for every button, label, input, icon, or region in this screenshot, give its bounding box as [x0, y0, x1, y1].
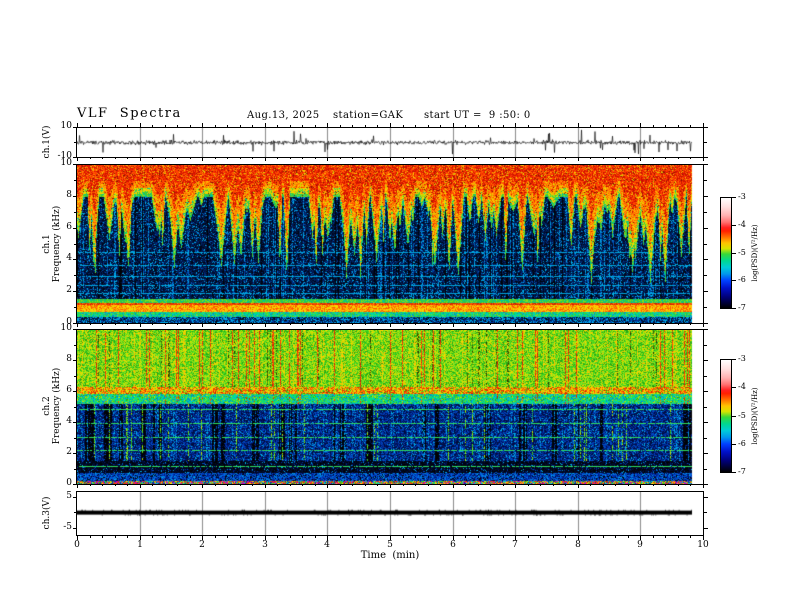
tick-mark — [704, 259, 708, 260]
tick-mark — [732, 253, 736, 254]
y-tick-label: 0 — [66, 317, 72, 327]
tick-mark — [732, 387, 736, 388]
ch1-spectrogram-panel — [76, 164, 704, 324]
colorbar-tick-label: -4 — [738, 382, 746, 391]
tick-mark — [704, 360, 708, 361]
colorbar-tick-label: -6 — [738, 439, 746, 448]
x-tick-label: 7 — [512, 540, 518, 550]
ch3-waveform-panel — [76, 491, 704, 536]
tick-mark — [704, 196, 708, 197]
tick-mark — [732, 225, 736, 226]
x-tick-label: 4 — [324, 540, 330, 550]
x-tick-label: 10 — [697, 540, 709, 550]
tick-mark — [704, 142, 707, 143]
station-label: station=GAK — [333, 110, 404, 121]
tick-mark — [732, 197, 736, 198]
tick-mark — [704, 422, 708, 423]
ch3-voltage-axis-label: ch.3(V) — [42, 496, 52, 530]
colorbar-tick-label: -3 — [738, 354, 746, 363]
tick-mark — [704, 323, 708, 324]
tick-mark — [704, 291, 708, 292]
ch1-label-line1: ch.1 — [42, 234, 52, 254]
ch2-label-line1: ch.2 — [42, 396, 52, 416]
ch1-spectrogram — [77, 165, 703, 323]
ch3-waveform-trace — [77, 492, 703, 535]
tick-mark — [732, 280, 736, 281]
tick-mark — [704, 127, 708, 128]
colorbar-ch2-label: log(PSD)(V²/Hz) — [751, 387, 759, 445]
tick-mark — [704, 180, 707, 181]
colorbar-tick-label: -4 — [738, 220, 746, 229]
x-tick-label: 8 — [575, 540, 581, 550]
tick-mark — [704, 164, 708, 165]
x-tick-label: 3 — [262, 540, 268, 550]
colorbar-ch1 — [720, 197, 732, 309]
y-tick-label: 10 — [60, 158, 72, 168]
y-tick-label: 0 — [66, 478, 72, 488]
ch1-waveform-trace — [77, 128, 703, 157]
tick-mark — [704, 497, 708, 498]
x-tick-label: 6 — [450, 540, 456, 550]
figure-title: VLF Spectra — [77, 106, 182, 121]
colorbar-ch1-label: log(PSD)(V²/Hz) — [751, 224, 759, 282]
colorbar-tick-label: -7 — [738, 467, 746, 476]
tick-mark — [732, 444, 736, 445]
tick-mark — [732, 472, 736, 473]
vlf-spectra-figure: VLF Spectra Aug.13, 2025 station=GAK sta… — [0, 0, 792, 612]
ch2-frequency-axis-label: ch.2 Frequency (kHz) — [42, 368, 62, 445]
tick-mark — [704, 484, 708, 485]
x-tick-label: 5 — [387, 540, 393, 550]
tick-mark — [704, 407, 707, 408]
tick-mark — [704, 438, 707, 439]
tick-mark — [704, 528, 708, 529]
y-tick-label: 10 — [60, 323, 72, 333]
y-tick-label: 2 — [66, 447, 72, 457]
tick-mark — [704, 212, 707, 213]
tick-mark — [732, 416, 736, 417]
tick-mark — [704, 391, 708, 392]
colorbar-tick-label: -5 — [738, 411, 746, 420]
ch1-frequency-axis-label: ch.1 Frequency (kHz) — [42, 206, 62, 283]
tick-mark — [732, 308, 736, 309]
tick-mark — [704, 275, 707, 276]
x-tick-label: 2 — [199, 540, 205, 550]
colorbar-ch2 — [720, 359, 732, 473]
frequency-label-line2: Frequency (kHz) — [52, 367, 62, 445]
tick-mark — [704, 345, 707, 346]
ch2-spectrogram-panel — [76, 329, 704, 485]
time-axis-label: Time (min) — [360, 550, 420, 561]
tick-mark — [704, 329, 708, 330]
date-label: Aug.13, 2025 — [247, 110, 320, 121]
colorbar-tick-label: -3 — [738, 192, 746, 201]
tick-mark — [704, 453, 708, 454]
ch2-spectrogram — [77, 330, 703, 484]
colorbar-tick-label: -6 — [738, 275, 746, 284]
tick-mark — [704, 469, 707, 470]
frequency-label-line2: Frequency (kHz) — [52, 205, 62, 283]
y-tick-label: 8 — [66, 190, 72, 200]
tick-mark — [704, 157, 708, 158]
y-tick-label: 8 — [66, 354, 72, 364]
tick-mark — [732, 359, 736, 360]
x-tick-label: 0 — [74, 540, 80, 550]
x-tick-label: 9 — [637, 540, 643, 550]
tick-mark — [704, 228, 708, 229]
colorbar-tick-label: -5 — [738, 248, 746, 257]
ch1-waveform-panel — [76, 127, 704, 158]
ch1-voltage-axis-label: ch.1(V) — [42, 125, 52, 159]
tick-mark — [704, 512, 707, 513]
tick-mark — [704, 307, 707, 308]
colorbar-tick-label: -7 — [738, 303, 746, 312]
start-ut-label: start UT = 9 :50: 0 — [424, 110, 531, 121]
tick-mark — [704, 376, 707, 377]
tick-mark — [704, 244, 707, 245]
x-tick-label: 1 — [137, 540, 143, 550]
y-tick-label: 2 — [66, 285, 72, 295]
